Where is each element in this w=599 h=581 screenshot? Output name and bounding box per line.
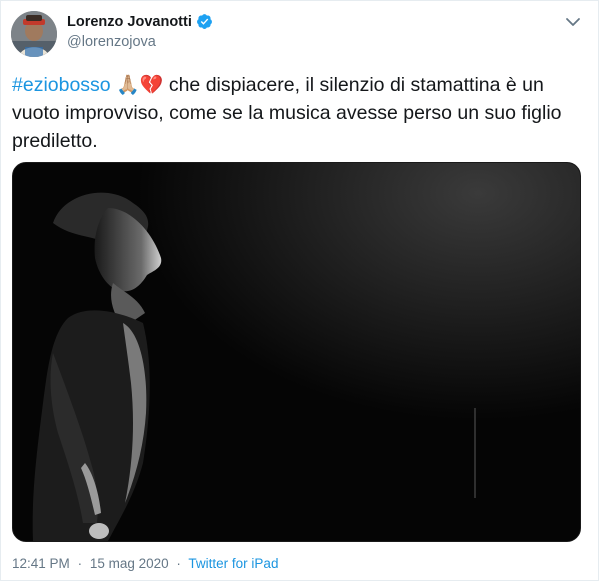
- praying-hands-emoji: 🙏🏼: [116, 74, 140, 96]
- tweet-photo[interactable]: [12, 162, 581, 542]
- author-avatar[interactable]: [11, 11, 57, 57]
- hashtag-link[interactable]: #eziobosso: [12, 74, 111, 96]
- author-display-name[interactable]: Lorenzo Jovanotti: [67, 14, 192, 30]
- author-name-row[interactable]: Lorenzo Jovanotti: [67, 13, 213, 30]
- tweet-card: Lorenzo Jovanotti @lorenzojova #ezioboss…: [0, 0, 599, 581]
- tweet-text: #eziobosso 🙏🏼💔 che dispiacere, il silenz…: [12, 71, 584, 155]
- meta-separator: ·: [176, 556, 181, 571]
- chevron-down-icon[interactable]: [564, 13, 582, 31]
- tweet-date[interactable]: 15 mag 2020: [90, 556, 169, 571]
- tweet-source-link[interactable]: Twitter for iPad: [188, 556, 278, 571]
- author-handle[interactable]: @lorenzojova: [67, 34, 156, 50]
- tweet-time[interactable]: 12:41 PM: [12, 556, 70, 571]
- verified-badge-icon: [196, 13, 213, 30]
- tweet-metadata: 12:41 PM · 15 mag 2020 · Twitter for iPa…: [12, 556, 278, 571]
- meta-separator: ·: [77, 556, 83, 571]
- broken-heart-emoji: 💔: [139, 74, 164, 96]
